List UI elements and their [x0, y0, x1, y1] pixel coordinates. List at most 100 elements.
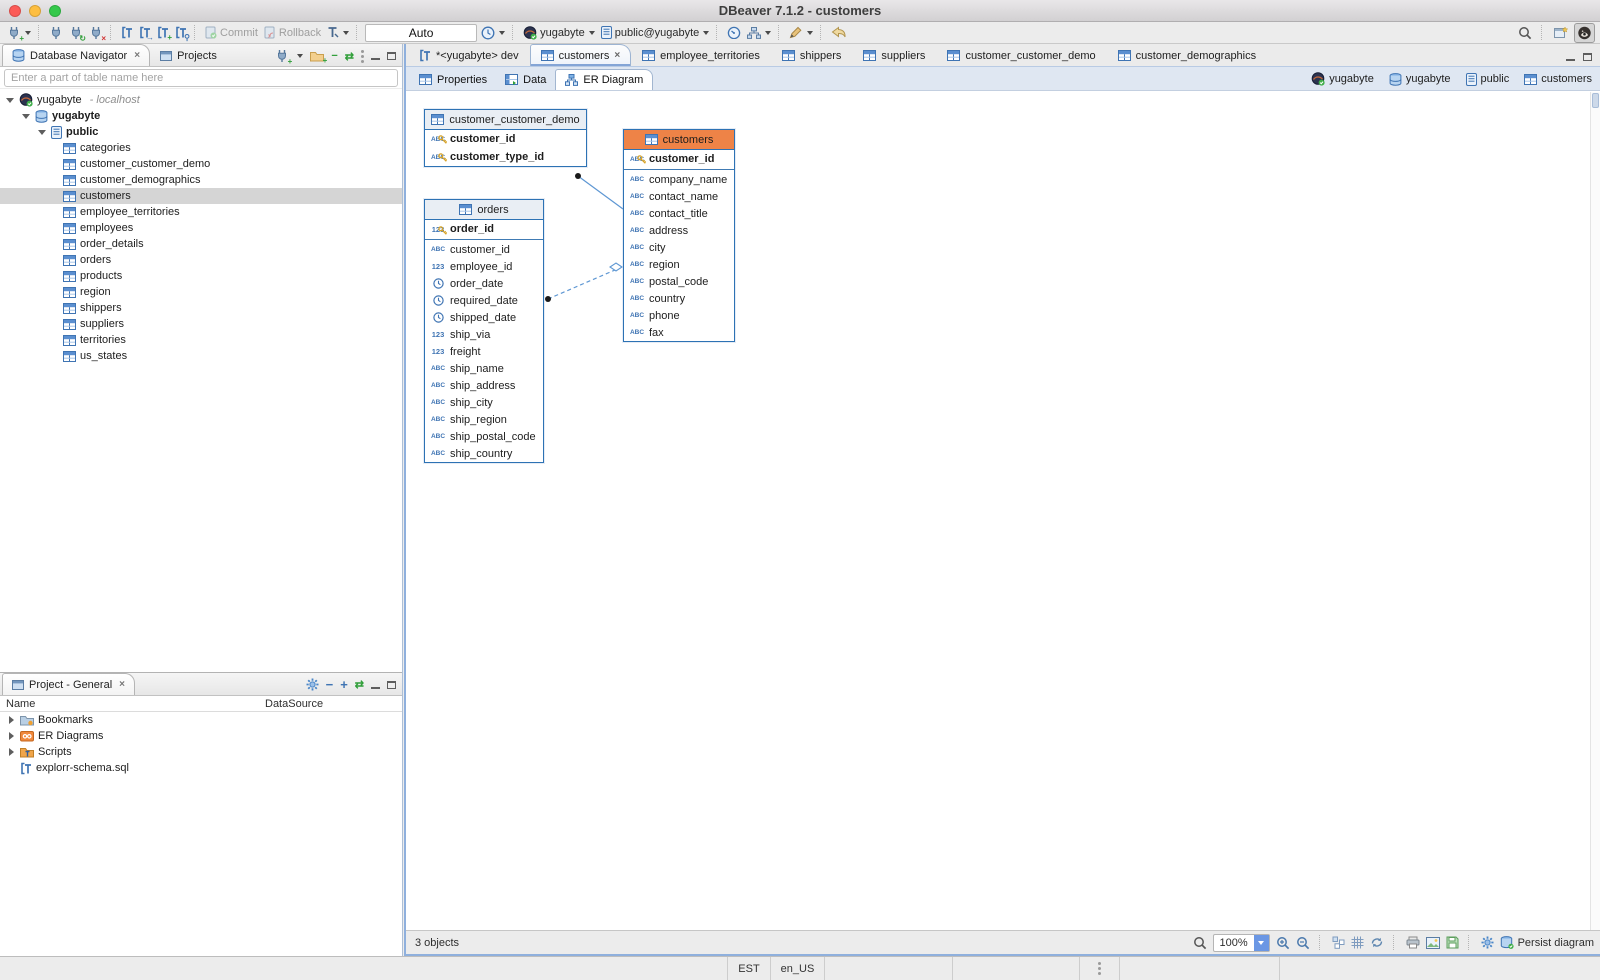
transaction-log-button[interactable] — [325, 23, 351, 43]
breadcrumb-customers[interactable]: customers — [1524, 73, 1592, 85]
entity-header[interactable]: customers — [624, 130, 734, 150]
close-icon[interactable]: × — [134, 50, 140, 61]
link-icon[interactable]: ⇄ — [355, 678, 364, 691]
disconnect-button[interactable]: × — [87, 23, 105, 43]
new-connection-button[interactable]: + — [5, 23, 33, 43]
column-phone[interactable]: ABCphone — [624, 307, 734, 324]
diagram-search-icon[interactable] — [1193, 936, 1207, 950]
reconnect-button[interactable]: ↻ — [67, 23, 85, 43]
scrollbar-thumb[interactable] — [1592, 93, 1599, 108]
editor-tab-suppliers[interactable]: suppliers — [852, 44, 936, 66]
txn-history-button[interactable] — [479, 23, 507, 43]
txn-mode-combo[interactable]: Auto — [365, 24, 477, 42]
tree-item-connection[interactable]: yugabyte - localhost — [0, 92, 402, 108]
persist-diagram-button[interactable]: Persist diagram — [1500, 936, 1594, 949]
column-required_date[interactable]: required_date — [425, 292, 543, 309]
generate-sql-button[interactable] — [787, 23, 815, 43]
column-order_id[interactable]: 123order_id — [425, 220, 543, 238]
open-perspective-button[interactable] — [1552, 23, 1570, 43]
entity-header[interactable]: customer_customer_demo — [425, 110, 586, 130]
dashboard-button[interactable] — [725, 23, 743, 43]
toggle-grid-icon[interactable] — [1351, 936, 1364, 949]
editor-tab-customers[interactable]: customers× — [530, 44, 632, 66]
tree-item-customers[interactable]: customers — [0, 188, 402, 204]
breadcrumb-public[interactable]: public — [1466, 73, 1510, 86]
entity-orders[interactable]: orders123order_idABCcustomer_id123employ… — [424, 199, 544, 463]
tree-item-employees[interactable]: employees — [0, 220, 402, 236]
column-shipped_date[interactable]: shipped_date — [425, 309, 543, 326]
save-diagram-icon[interactable] — [1446, 936, 1459, 949]
editor-tab--yugabyte-dev[interactable]: *<yugabyte> dev — [408, 44, 530, 66]
diagram-settings-icon[interactable] — [1481, 936, 1494, 949]
tree-item-employee_territories[interactable]: employee_territories — [0, 204, 402, 220]
vertical-scrollbar[interactable] — [1590, 92, 1600, 930]
view-menu-icon[interactable] — [361, 50, 364, 63]
tree-item-schema[interactable]: public — [0, 124, 402, 140]
tree-item-territories[interactable]: territories — [0, 332, 402, 348]
dbeaver-perspective-button[interactable] — [1574, 23, 1595, 43]
breadcrumb-yugabyte[interactable]: yugabyte — [1389, 73, 1451, 86]
chevron-down-icon[interactable] — [297, 54, 303, 58]
project-item-bookmarks[interactable]: Bookmarks — [0, 712, 402, 728]
close-icon[interactable]: × — [119, 679, 125, 690]
add-icon[interactable]: + — [340, 677, 348, 692]
column-employee_id[interactable]: 123employee_id — [425, 258, 543, 275]
auto-layout-icon[interactable] — [1332, 936, 1345, 949]
collapse-all-icon[interactable]: − — [331, 50, 337, 62]
minimize-window-button[interactable] — [29, 5, 41, 17]
tree-item-suppliers[interactable]: suppliers — [0, 316, 402, 332]
commit-button[interactable]: Commit — [203, 23, 260, 43]
tree-item-database[interactable]: yugabyte — [0, 108, 402, 124]
new-connection-icon[interactable]: + — [275, 49, 289, 63]
column-name[interactable]: Name — [0, 698, 265, 710]
compare-structures-button[interactable] — [745, 23, 773, 43]
tree-item-order_details[interactable]: order_details — [0, 236, 402, 252]
tree-item-shippers[interactable]: shippers — [0, 300, 402, 316]
connect-button[interactable] — [47, 23, 65, 43]
open-sql-console-button[interactable]: ⚲ — [173, 23, 189, 43]
column-ship_address[interactable]: ABCship_address — [425, 377, 543, 394]
export-image-icon[interactable] — [1426, 937, 1440, 949]
back-button[interactable] — [829, 23, 848, 43]
minimize-view-icon[interactable] — [371, 52, 380, 60]
print-diagram-icon[interactable] — [1406, 936, 1420, 949]
tree-item-customer_customer_demo[interactable]: customer_customer_demo — [0, 156, 402, 172]
column-ship_postal_code[interactable]: ABCship_postal_code — [425, 428, 543, 445]
project-item-explorr-schema-sql[interactable]: explorr-schema.sql — [0, 760, 402, 776]
search-button[interactable] — [1516, 23, 1534, 43]
sql-editor-button[interactable] — [119, 23, 135, 43]
zoom-out-icon[interactable] — [1296, 936, 1310, 950]
subtab-er-diagram[interactable]: ER Diagram — [555, 69, 653, 90]
tree-item-customer_demographics[interactable]: customer_demographics — [0, 172, 402, 188]
new-folder-icon[interactable]: + — [310, 50, 324, 62]
column-ship_country[interactable]: ABCship_country — [425, 445, 543, 462]
recent-sql-editor-button[interactable]: → — [137, 23, 153, 43]
subtab-data[interactable]: Data — [496, 69, 555, 90]
column-datasource[interactable]: DataSource — [265, 698, 323, 710]
project-item-er-diagrams[interactable]: ER Diagrams — [0, 728, 402, 744]
editor-tab-customer-customer-demo[interactable]: customer_customer_demo — [936, 44, 1106, 66]
maximize-view-icon[interactable] — [387, 52, 396, 60]
maximize-editor-icon[interactable] — [1583, 53, 1592, 61]
close-window-button[interactable] — [9, 5, 21, 17]
gear-icon[interactable] — [306, 678, 319, 691]
tree-item-products[interactable]: products — [0, 268, 402, 284]
column-contact_title[interactable]: ABCcontact_title — [624, 205, 734, 222]
column-contact_name[interactable]: ABCcontact_name — [624, 188, 734, 205]
column-order_date[interactable]: order_date — [425, 275, 543, 292]
er-diagram-canvas[interactable]: customer_customer_demoABCcustomer_idABCc… — [406, 92, 1600, 930]
rollback-button[interactable]: Rollback — [262, 23, 323, 43]
editor-tab-customer-demographics[interactable]: customer_demographics — [1107, 44, 1267, 66]
column-customer_type_id[interactable]: ABCcustomer_type_id — [425, 148, 586, 166]
refresh-diagram-icon[interactable] — [1370, 936, 1384, 949]
remove-icon[interactable]: − — [326, 677, 334, 692]
zoom-level-combo[interactable]: 100% — [1213, 934, 1270, 952]
maximize-view-icon[interactable] — [387, 681, 396, 689]
subtab-properties[interactable]: Properties — [410, 69, 496, 90]
tab-database-navigator[interactable]: Database Navigator × — [2, 44, 150, 66]
editor-tab-employee-territories[interactable]: employee_territories — [631, 44, 771, 66]
status-handle-icon[interactable] — [1098, 962, 1101, 975]
zoom-window-button[interactable] — [49, 5, 61, 17]
new-sql-editor-button[interactable]: + — [155, 23, 171, 43]
close-tab-icon[interactable]: × — [614, 50, 620, 61]
